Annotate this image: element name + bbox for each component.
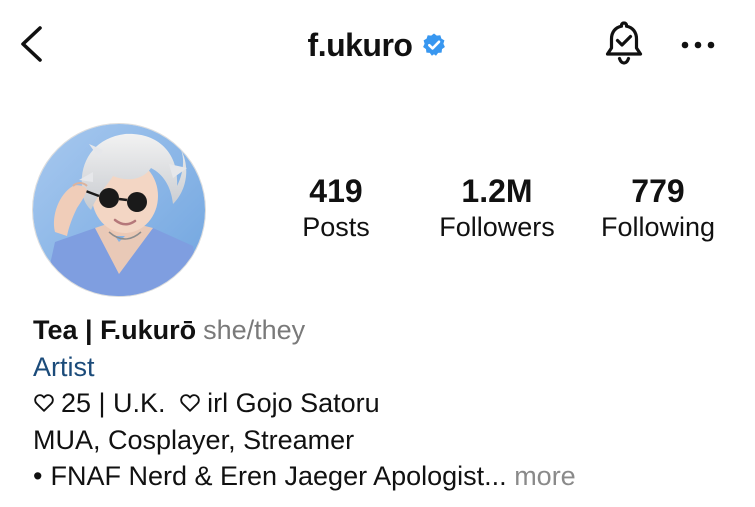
back-button[interactable] [14, 22, 54, 66]
bio-category-line: Artist [33, 349, 733, 386]
more-options-button[interactable] [678, 30, 718, 60]
followers-count: 1.2M [461, 173, 533, 209]
bio-line-1: 25 | U.K. irl Gojo Satoru [33, 385, 733, 422]
posts-label: Posts [302, 212, 370, 242]
profile-username: f.ukuro [307, 26, 413, 63]
bio-name-line: Tea | F.ukurō she/they [33, 312, 733, 349]
pronouns: she/they [203, 315, 306, 345]
bio-more-link[interactable]: more [514, 461, 576, 491]
bio-roles: MUA, Cosplayer, Streamer [33, 424, 355, 455]
bio-irl-character: irl Gojo Satoru [207, 388, 380, 418]
bullet-glyph: • [33, 461, 43, 491]
followers-label: Followers [439, 212, 555, 242]
stat-followers[interactable]: 1.2M Followers [417, 172, 577, 244]
bio-line-3: • FNAF Nerd & Eren Jaeger Apologist... mo… [33, 458, 733, 495]
chevron-left-icon [21, 26, 42, 62]
verified-badge-icon [423, 33, 446, 56]
posts-count: 419 [309, 173, 363, 209]
following-count: 779 [631, 173, 685, 209]
bio-interests: FNAF Nerd & Eren Jaeger Apologist... [50, 461, 507, 491]
heart-outline-icon [180, 394, 200, 412]
stat-following[interactable]: 779 Following [578, 172, 738, 244]
more-horizontal-icon [681, 41, 715, 49]
heart-outline-icon [34, 394, 54, 412]
profile-bio: Tea | F.ukurō she/they Artist 25 | U.K. i… [33, 312, 733, 495]
stat-posts[interactable]: 419 Posts [256, 172, 416, 244]
bell-check-icon [605, 21, 643, 65]
following-label: Following [600, 212, 716, 242]
bio-line-2: MUA, Cosplayer, Streamer [33, 422, 733, 459]
profile-avatar[interactable] [33, 124, 205, 296]
bio-age-location: 25 | U.K. [61, 388, 166, 418]
display-name: Tea | F.ukurō [33, 315, 197, 345]
profile-page: f.ukuro 419 Posts 1.2M Followers 779 Fol… [0, 0, 755, 507]
notifications-bell-button[interactable] [600, 18, 648, 70]
profile-category[interactable]: Artist [33, 352, 95, 382]
